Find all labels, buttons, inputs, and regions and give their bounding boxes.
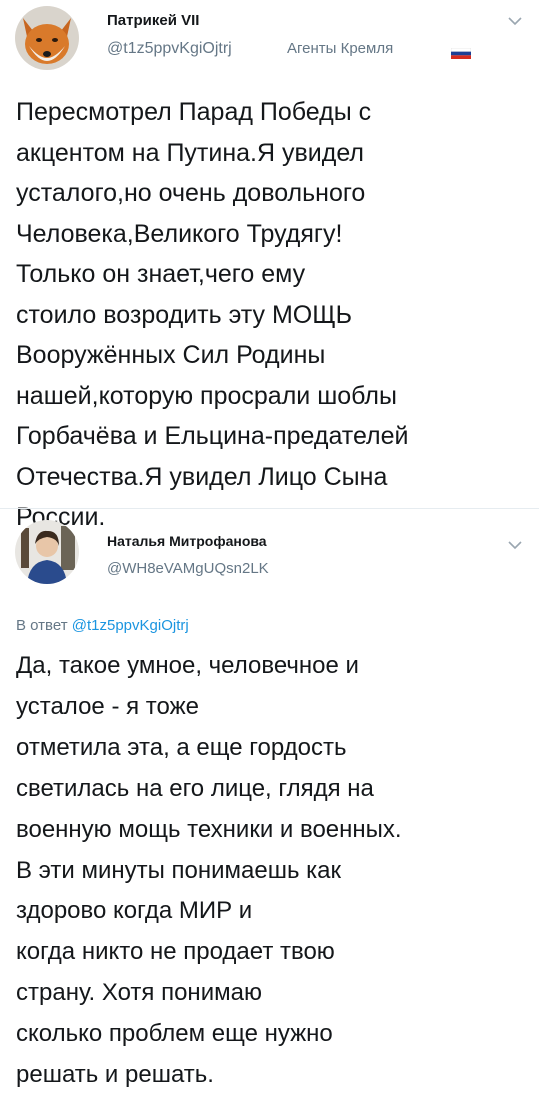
- fox-avatar[interactable]: [15, 6, 79, 70]
- tweet-text-line: отметила эта, а еще гордость: [16, 733, 347, 761]
- tweet-text-line: нашей,которую просрали шоблы: [16, 381, 397, 410]
- reply-to-line: В ответ @t1z5ppvKgiOjtrj: [16, 617, 189, 634]
- tweet-text-line: Только он знает,чего ему: [16, 260, 306, 288]
- tweet-text-line: светилась на его лице, глядя на: [16, 774, 374, 802]
- author-handle[interactable]: @t1z5ppvKgiOjtrj: [107, 40, 232, 58]
- list-name[interactable]: Агенты Кремля: [287, 40, 393, 57]
- tweet-text: Пересмотрел Парад Победы с акцентом на П…: [16, 92, 529, 538]
- tweet-text-line: сколько проблем еще нужно: [16, 1020, 333, 1048]
- author-name[interactable]: Патрикей VII: [107, 12, 199, 29]
- reply-to-handle-link[interactable]: @t1z5ppvKgiOjtrj: [72, 617, 189, 634]
- chevron-down-icon[interactable]: [508, 540, 522, 550]
- author-name[interactable]: Наталья Митрофанова: [107, 533, 267, 549]
- tweet-text-line: Пересмотрел Парад Победы с: [16, 98, 372, 126]
- woman-avatar[interactable]: [15, 520, 79, 584]
- tweet-text-line: усталое - я тоже: [16, 692, 199, 720]
- tweet-text-line: страну. Хотя понимаю: [16, 979, 262, 1007]
- tweet-text-line: военную мощь техники и военных.: [16, 815, 402, 843]
- tweet-text-line: Вооружённых Сил Родины: [16, 341, 326, 369]
- tweet-text-line: В эти минуты понимаешь как: [16, 856, 342, 884]
- author-handle[interactable]: @WH8eVAMgUQsn2LK: [107, 560, 269, 577]
- chevron-down-icon[interactable]: [508, 16, 522, 26]
- tweet-text-line: усталого,но очень довольного: [16, 179, 366, 207]
- tweet-text-line: Отечества.Я увидел Лицо Сына: [16, 462, 388, 491]
- tweet-text-line: когда никто не продает твою: [16, 938, 335, 966]
- reply-to-label: В ответ: [16, 617, 68, 634]
- tweet-text-line: акцентом на Путина.Я увидел: [16, 138, 364, 167]
- tweet-text-line: стоило возродить эту МОЩЬ: [16, 300, 353, 329]
- tweet-text-line: решать и решать.: [16, 1061, 214, 1089]
- tweet-1: Патрикей VII @t1z5ppvKgiOjtrj Агенты Кре…: [0, 0, 539, 531]
- tweet-text-line: здорово когда МИР и: [16, 897, 253, 925]
- russian-flag-icon: [451, 48, 471, 59]
- tweet-text-line: Человека,Великого Трудягу!: [16, 219, 343, 248]
- tweet-text: Да, такое умное, человечное и усталое - …: [16, 646, 529, 1096]
- tweet-text-line: Да, такое умное, человечное и: [16, 652, 359, 679]
- tweet-2-reply: Наталья Митрофанова @WH8eVAMgUQsn2LK В о…: [0, 508, 539, 1088]
- tweet-text-line: Горбачёва и Ельцина-предателей: [16, 422, 409, 450]
